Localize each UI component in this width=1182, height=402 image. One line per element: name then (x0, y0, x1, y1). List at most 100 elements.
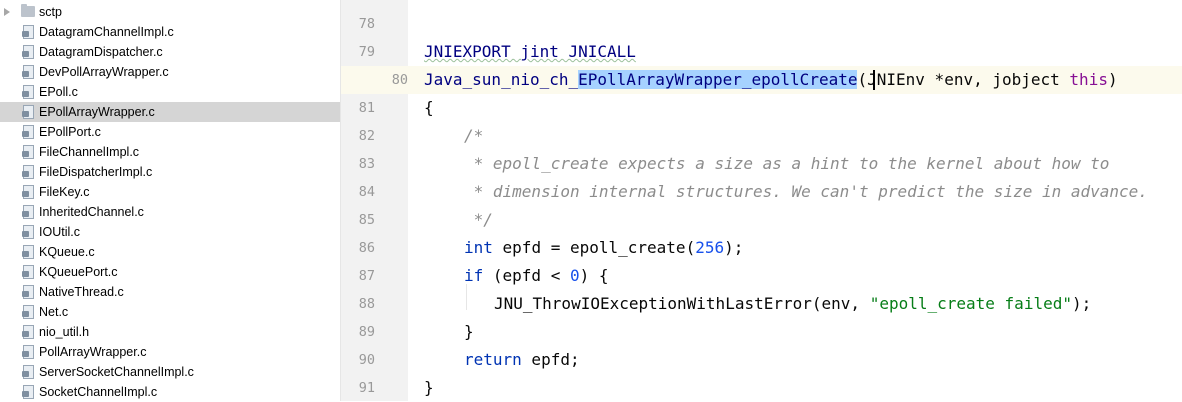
code-text: JNU_ThrowIOExceptionWithLastError(env, (494, 294, 870, 313)
line-number: 82 (341, 122, 375, 150)
line-number: 86 (341, 234, 375, 262)
code-line-86: int epfd = epoll_create(256); (464, 234, 743, 262)
tree-item-label: NativeThread.c (39, 285, 124, 299)
project-tree: sctp DatagramChannelImpl.c DatagramDispatc… (0, 0, 340, 401)
c-file-icon (22, 365, 34, 379)
c-file-icon (22, 105, 34, 119)
tree-file-item[interactable]: KQueuePort.c (0, 262, 340, 282)
code-text: } (424, 378, 434, 397)
code-text: JNIEnv *env, jobject (867, 70, 1070, 89)
code-text: (epfd < (483, 266, 570, 285)
line-number-text: 85 (358, 212, 375, 228)
line-number: 85 (341, 206, 375, 234)
line-number: 84 (341, 178, 375, 206)
c-file-icon (22, 165, 34, 179)
tree-file-item[interactable]: EPollArrayWrapper.c (0, 102, 340, 122)
tree-file-item[interactable]: SocketChannelImpl.c (0, 382, 340, 401)
line-number-text: 78 (358, 16, 375, 32)
line-number: 83 (341, 150, 375, 178)
indent-guide (466, 284, 467, 310)
code-text: ) { (579, 266, 609, 285)
c-file-icon (22, 145, 34, 159)
tree-item-label: SocketChannelImpl.c (39, 385, 158, 399)
code-text: ( (857, 70, 868, 89)
tree-item-label: FileDispatcherImpl.c (39, 165, 153, 179)
tree-file-item[interactable]: FileKey.c (0, 182, 340, 202)
line-number-text: 84 (358, 184, 375, 200)
selected-text: EPollArrayWrapper_epollCreate (578, 70, 858, 89)
code-editor[interactable]: JNIEXPORT jint JNICALL Java_sun_nio_ch_E… (408, 0, 1182, 401)
tree-file-item[interactable]: KQueue.c (0, 242, 340, 262)
tree-file-item[interactable]: DatagramChannelImpl.c (0, 22, 340, 42)
code-text: JNIEXPORT jint JNICALL (424, 42, 636, 61)
tree-file-item[interactable]: nio_util.h (0, 322, 340, 342)
tree-file-item[interactable]: InheritedChannel.c (0, 202, 340, 222)
line-number-text: 81 (358, 100, 375, 116)
line-number-text: 89 (358, 324, 375, 340)
c-file-icon (22, 225, 34, 239)
c-file-icon (22, 85, 34, 99)
tree-item-label: sctp (39, 5, 62, 19)
line-number-text: 88 (358, 296, 375, 312)
c-file-icon (22, 205, 34, 219)
code-text: } (464, 322, 474, 341)
c-file-icon (22, 185, 34, 199)
tree-file-item[interactable]: FileDispatcherImpl.c (0, 162, 340, 182)
code-text: Java_sun_nio_ch_ (424, 70, 579, 89)
line-number: 81 (341, 94, 375, 122)
line-number-text: 87 (358, 268, 375, 284)
tree-file-item[interactable]: PollArrayWrapper.c (0, 342, 340, 362)
tree-item-label: FileChannelImpl.c (39, 145, 140, 159)
code-keyword: int (464, 238, 493, 257)
tree-item-label: DatagramChannelImpl.c (39, 25, 174, 39)
code-keyword: return (464, 350, 522, 369)
code-keyword: if (464, 266, 484, 285)
tree-item-label: IOUtil.c (39, 225, 80, 239)
line-number: 78 (341, 10, 375, 38)
tree-item-label: KQueue.c (39, 245, 95, 259)
code-line-79: JNIEXPORT jint JNICALL (424, 38, 636, 66)
tree-file-item[interactable]: DevPollArrayWrapper.c (0, 62, 340, 82)
tree-file-item[interactable]: FileChannelImpl.c (0, 142, 340, 162)
text-caret (873, 70, 875, 90)
tree-item-label: PollArrayWrapper.c (39, 345, 147, 359)
code-line-85: */ (464, 206, 493, 234)
tree-item-label: EPollArrayWrapper.c (39, 105, 155, 119)
tree-item-label: FileKey.c (39, 185, 90, 199)
c-file-icon (22, 265, 34, 279)
code-number: 256 (695, 238, 725, 257)
tree-file-item[interactable]: DatagramDispatcher.c (0, 42, 340, 62)
line-number: 79 (341, 38, 375, 66)
tree-item-label: DatagramDispatcher.c (39, 45, 163, 59)
tree-file-item[interactable]: Net.c (0, 302, 340, 322)
tree-item-label: EPoll.c (39, 85, 78, 99)
tree-item-label: InheritedChannel.c (39, 205, 144, 219)
code-line-82: /* (464, 122, 483, 150)
code-text: ) (1107, 70, 1118, 89)
line-number-text: 90 (358, 352, 375, 368)
tree-file-item[interactable]: EPollPort.c (0, 122, 340, 142)
tree-file-item[interactable]: NativeThread.c (0, 282, 340, 302)
tree-file-item[interactable]: EPoll.c (0, 82, 340, 102)
line-number: 90 (341, 346, 375, 374)
tree-file-item[interactable]: ServerSocketChannelImpl.c (0, 362, 340, 382)
tree-folder-item[interactable]: sctp (0, 2, 340, 22)
code-line-88: JNU_ThrowIOExceptionWithLastError(env, "… (494, 290, 1091, 318)
tree-item-label: ServerSocketChannelImpl.c (39, 365, 194, 379)
line-number-text: 80 (391, 72, 408, 88)
folder-icon (21, 4, 35, 17)
tree-file-item[interactable]: IOUtil.c (0, 222, 340, 242)
line-number-text: 91 (358, 380, 375, 396)
tree-item-label: Net.c (39, 305, 69, 319)
c-file-icon (22, 65, 34, 79)
c-file-icon (22, 45, 34, 59)
code-string: "epoll_create failed" (869, 294, 1072, 313)
tree-item-label: DevPollArrayWrapper.c (39, 65, 169, 79)
line-number: 89 (341, 318, 375, 346)
line-number: 87 (341, 262, 375, 290)
tree-item-label: nio_util.h (39, 325, 90, 339)
c-file-icon (22, 385, 34, 399)
code-line-84: * dimension internal structures. We can'… (464, 178, 1148, 206)
chevron-right-icon[interactable] (4, 8, 10, 16)
line-number-text: 86 (358, 240, 375, 256)
